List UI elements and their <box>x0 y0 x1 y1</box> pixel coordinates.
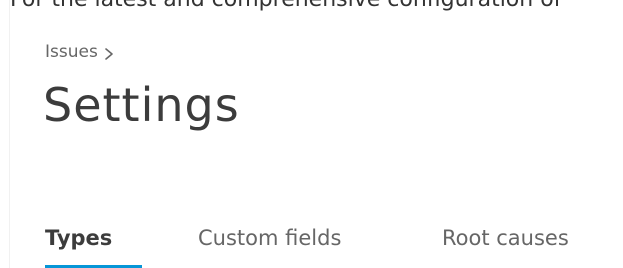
breadcrumb-issues-link[interactable]: Issues <box>45 41 98 63</box>
tab-root-causes[interactable]: Root causes <box>442 218 612 268</box>
tab-types[interactable]: Types <box>45 218 198 268</box>
left-divider <box>0 0 10 268</box>
tab-custom-fields-label: Custom fields <box>198 226 342 250</box>
tab-custom-fields[interactable]: Custom fields <box>198 218 442 268</box>
chevron-right-icon <box>103 45 115 60</box>
breadcrumb: Issues <box>45 41 115 63</box>
page-title: Settings <box>43 78 240 132</box>
tab-types-label: Types <box>45 226 113 250</box>
settings-tab-bar: Types Custom fields Root causes <box>45 218 612 268</box>
cutoff-header-text: For the latest and comprehensive configu… <box>10 0 570 11</box>
tab-root-causes-label: Root causes <box>442 226 569 250</box>
